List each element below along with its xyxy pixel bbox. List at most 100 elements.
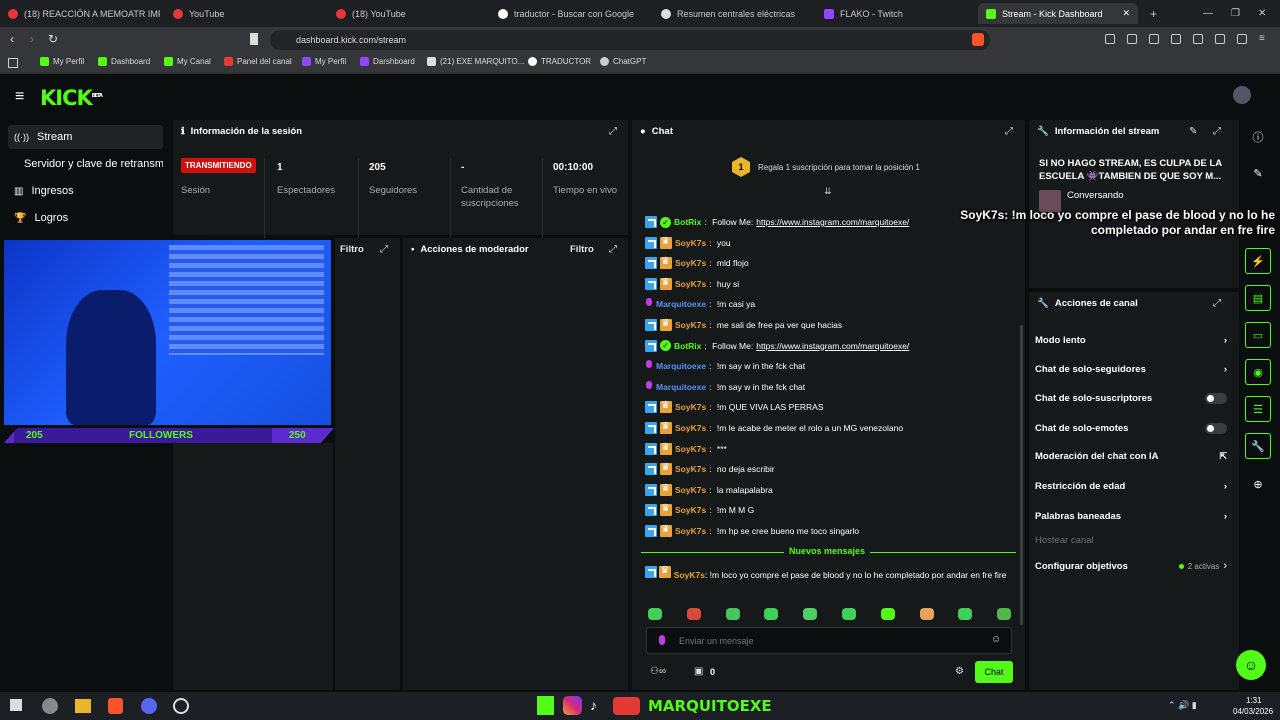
maximize-icon[interactable]: ❐ xyxy=(1231,8,1240,19)
followers-only-row[interactable]: Chat de solo-seguidores › xyxy=(1035,359,1227,379)
menu-icon[interactable]: ≡ xyxy=(1259,34,1269,44)
emote-icon[interactable] xyxy=(880,608,895,620)
expand-icon[interactable]: ⤢ xyxy=(609,244,617,255)
sidebar-icon[interactable] xyxy=(1171,34,1181,44)
slow-mode-row[interactable]: Modo lento › xyxy=(1035,330,1227,350)
emote-icon[interactable] xyxy=(725,608,740,620)
emote-icon[interactable] xyxy=(803,608,818,620)
emote-icon[interactable] xyxy=(919,608,934,620)
brave-icon[interactable] xyxy=(108,698,123,714)
bookmark-item[interactable]: (21) EXE MARQUITO... xyxy=(427,57,524,66)
chat-link[interactable]: https://www.instagram.com/marquitoexe/ xyxy=(756,341,909,351)
filter-button[interactable]: Filtro xyxy=(340,244,364,255)
bookmark-item[interactable]: Dashboard xyxy=(98,57,150,66)
music-icon[interactable] xyxy=(1149,34,1159,44)
list-icon[interactable]: ☰ xyxy=(1245,396,1271,422)
chat-username[interactable]: SoyK7s xyxy=(674,570,705,580)
minimize-icon[interactable]: — xyxy=(1203,8,1213,19)
emote-icon[interactable] xyxy=(958,608,973,620)
emotes-only-toggle[interactable] xyxy=(1205,422,1227,434)
emote-icon[interactable] xyxy=(648,608,662,620)
folder-icon[interactable] xyxy=(75,699,91,713)
expand-icon[interactable]: ⤢ xyxy=(1213,298,1221,309)
chat-username[interactable]: SoyK7s xyxy=(675,485,706,495)
forward-icon[interactable]: › xyxy=(30,32,34,46)
gift-icon[interactable]: ▣ xyxy=(694,666,703,677)
sidebar-item-stream[interactable]: ((·)) Stream xyxy=(8,125,163,149)
expand-icon[interactable]: ⤢ xyxy=(609,126,617,137)
chat-username[interactable]: Marquitoexe xyxy=(656,299,706,309)
ai-moderation-row[interactable]: Moderación del chat con IA ⇱ xyxy=(1035,446,1227,466)
broadcast-icon[interactable]: ◉ xyxy=(1245,359,1271,385)
bookmark-item[interactable]: TRADUCTOR xyxy=(528,57,591,66)
chat-username[interactable]: SoyK7s xyxy=(675,279,706,289)
kick-logo[interactable]: KICKBETA xyxy=(40,86,103,110)
filter-button[interactable]: Filtro xyxy=(570,244,594,255)
chat-username[interactable]: SoyK7s xyxy=(675,444,706,454)
ai-icon[interactable] xyxy=(1215,34,1225,44)
bookmark-item[interactable]: Panel del canal xyxy=(224,57,292,66)
bookmark-item[interactable]: My Perfil xyxy=(40,57,84,66)
obs-icon[interactable] xyxy=(173,698,189,714)
emote-icon[interactable] xyxy=(997,608,1012,620)
tab-twitch[interactable]: FLAKO - Twitch xyxy=(816,3,976,24)
add-widget-icon[interactable]: ⊕ xyxy=(1245,471,1271,497)
chat-username[interactable]: SoyK7s xyxy=(675,505,706,515)
window-controls[interactable]: — ❐ ✕ xyxy=(1195,3,1275,24)
lightning-icon[interactable]: ⚡ xyxy=(1245,248,1271,274)
edit-icon[interactable]: ✎ xyxy=(1245,160,1271,186)
system-tray-icons[interactable]: ⌃ 🔊 ▮ xyxy=(1168,700,1197,711)
send-chat-button[interactable]: Chat xyxy=(975,661,1013,683)
back-icon[interactable]: ‹ xyxy=(10,32,14,46)
chat-username[interactable]: BotRix xyxy=(674,217,701,227)
expand-icon[interactable]: ⤢ xyxy=(1005,126,1013,137)
support-chat-button[interactable]: ☺ xyxy=(1236,650,1266,680)
url-input[interactable]: dashboard.kick.com/stream xyxy=(270,30,990,50)
app-icon[interactable] xyxy=(42,698,58,714)
settings-gear-icon[interactable]: ⚙ xyxy=(955,666,964,677)
pin-icon[interactable]: ⇊ xyxy=(824,186,832,197)
tab-chatgpt[interactable]: Resumen centrales eléctricas xyxy=(653,3,813,24)
chat-input[interactable]: ☺ xyxy=(646,627,1012,654)
edit-icon[interactable]: ✎ xyxy=(1189,126,1197,137)
subscription-leaderboard[interactable]: 1 Regala 1 suscripción para tomar la pos… xyxy=(732,157,920,177)
sidebar-item-server[interactable]: Servidor y clave de retransmisión xyxy=(8,152,163,176)
discord-icon[interactable] xyxy=(141,698,157,714)
chat-username[interactable]: BotRix xyxy=(674,341,701,351)
bookmark-item[interactable]: Darshboard xyxy=(360,57,415,66)
apps-icon[interactable] xyxy=(8,58,18,68)
bookmark-item[interactable]: My Perfil xyxy=(302,57,346,66)
chat-username[interactable]: Marquitoexe xyxy=(656,382,706,392)
avatar[interactable] xyxy=(1233,86,1251,104)
subscribers-only-toggle[interactable] xyxy=(1205,392,1227,404)
wallet-icon[interactable] xyxy=(1193,34,1203,44)
close-window-icon[interactable]: ✕ xyxy=(1258,8,1266,19)
expand-icon[interactable]: ⤢ xyxy=(380,244,388,255)
close-icon[interactable]: ✕ xyxy=(1122,8,1130,19)
goals-row[interactable]: Configurar objetivos 2 activas › xyxy=(1035,556,1227,576)
age-restriction-row[interactable]: Restricción de edad › xyxy=(1035,476,1227,496)
emoji-icon[interactable]: ☺ xyxy=(991,634,1001,645)
screenshot-icon[interactable] xyxy=(1127,34,1137,44)
bookmark-item[interactable]: My Canal xyxy=(164,57,211,66)
emote-icon[interactable] xyxy=(764,608,779,620)
brave-shield-icon[interactable] xyxy=(972,33,984,46)
tab-youtube-1[interactable]: (18) REACCIÓN A MEMOATR IMPACT xyxy=(0,3,160,24)
sidebar-item-logros[interactable]: 🏆 Logros xyxy=(8,206,163,230)
chat-username[interactable]: SoyK7s xyxy=(675,402,706,412)
reload-icon[interactable]: ↻ xyxy=(48,32,58,46)
chat-username[interactable]: Marquitoexe xyxy=(656,361,706,371)
chat-message-input[interactable] xyxy=(679,633,969,649)
tab-youtube-2[interactable]: YouTube xyxy=(165,3,325,24)
chat-icon[interactable]: ▭ xyxy=(1245,322,1271,348)
chat-username[interactable]: SoyK7s xyxy=(675,320,706,330)
users-infinite-icon[interactable]: ⚇∞ xyxy=(650,666,666,677)
sidebar-item-ingresos[interactable]: ▥ Ingresos xyxy=(8,179,163,203)
emote-icon[interactable] xyxy=(686,608,701,620)
new-tab-button[interactable]: + xyxy=(1142,3,1162,24)
info-icon[interactable]: ⓘ xyxy=(1245,124,1271,150)
tab-kick-dashboard[interactable]: Stream - Kick Dashboard ✕ xyxy=(978,3,1138,24)
expand-icon[interactable]: ⤢ xyxy=(1213,126,1221,137)
windows-start-icon[interactable] xyxy=(10,699,22,711)
vpn-icon[interactable] xyxy=(1237,34,1247,44)
